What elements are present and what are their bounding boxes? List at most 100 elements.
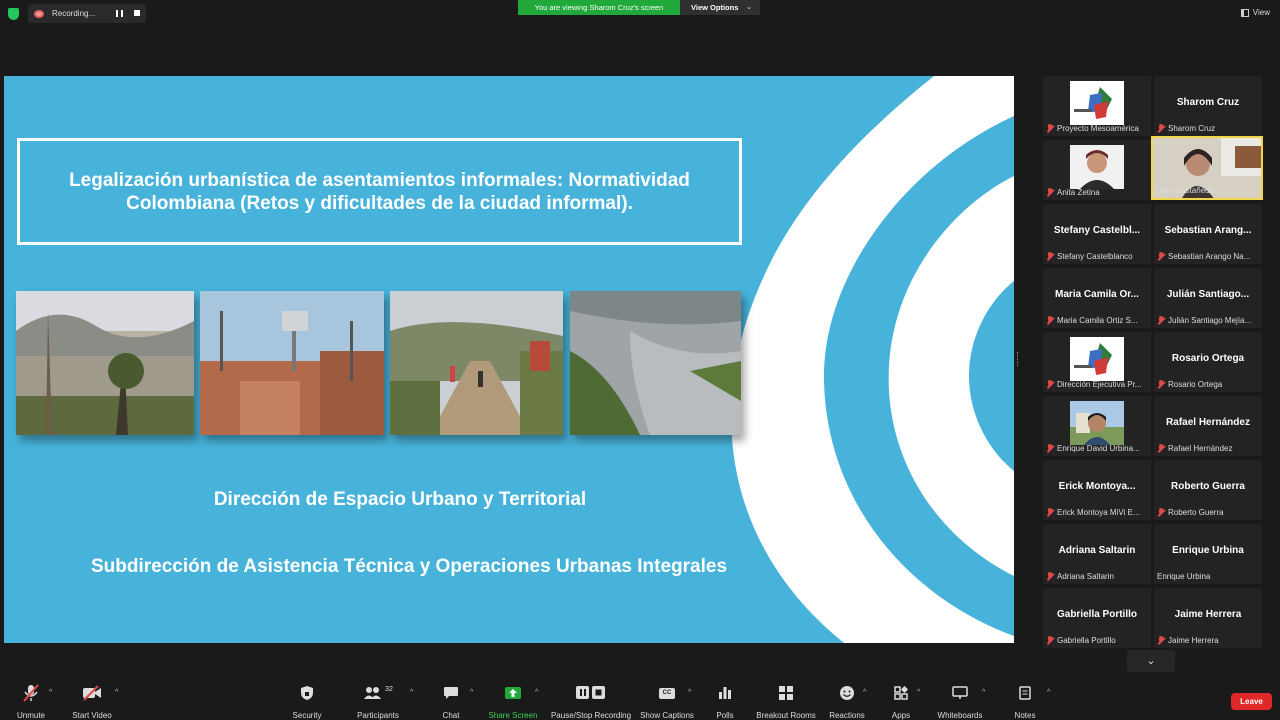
- apps-label: Apps: [891, 711, 911, 720]
- polls-bar-chart-icon: [718, 684, 732, 702]
- chat-button[interactable]: Chat: [440, 684, 462, 720]
- start-video-button[interactable]: Start Video: [72, 684, 112, 720]
- panel-resize-handle[interactable]: [1017, 352, 1019, 366]
- participant-photo: [1070, 145, 1124, 189]
- participant-tile[interactable]: Erick Montoya... Erick Montoya MiVi E...: [1043, 460, 1151, 520]
- muted-microphone-icon: [23, 684, 39, 702]
- participant-tile[interactable]: Proyecto Mesoamérica: [1043, 76, 1151, 136]
- participant-tile[interactable]: Sharom Cruz Sharom Cruz: [1154, 76, 1262, 136]
- participants-button[interactable]: 32 Participants: [356, 684, 400, 720]
- whiteboards-button[interactable]: Whiteboards: [936, 684, 984, 720]
- participant-tile[interactable]: Stefany Castelbl... Stefany Castelblanco: [1043, 204, 1151, 264]
- breakout-rooms-icon: [779, 684, 793, 702]
- pause-recording-icon[interactable]: [116, 10, 123, 17]
- participant-name: Enrique Urbina: [1172, 545, 1244, 556]
- polls-button[interactable]: Polls: [714, 684, 736, 720]
- slide-subtitle-direction: Dirección de Espacio Urbano y Territoria…: [213, 489, 587, 510]
- participant-label: Maria Camila Ortiz S...: [1057, 316, 1138, 325]
- participant-photo: [1070, 401, 1124, 445]
- chevron-down-icon: ⌄: [746, 4, 752, 11]
- participant-name: Jaime Herrera: [1174, 609, 1242, 620]
- chat-bubble-icon: [443, 684, 459, 702]
- security-shield-icon: [300, 684, 314, 702]
- apps-options-caret[interactable]: ^: [917, 689, 920, 696]
- muted-mic-icon: [1046, 188, 1054, 197]
- pause-stop-recording-button[interactable]: Pause/Stop Recording: [551, 684, 631, 720]
- whiteboards-options-caret[interactable]: ^: [982, 689, 985, 696]
- muted-mic-icon: [1157, 636, 1165, 645]
- muted-mic-icon: [1157, 444, 1165, 453]
- view-button[interactable]: View: [1240, 8, 1270, 17]
- participant-logo: [1070, 81, 1124, 125]
- apps-button[interactable]: Apps: [890, 684, 912, 720]
- participant-name: Erick Montoya...: [1058, 481, 1136, 492]
- participant-tile[interactable]: Julián Santiago... Julián Santiago Mejía…: [1154, 268, 1262, 328]
- participants-options-caret[interactable]: ^: [410, 689, 413, 696]
- show-captions-label: Show Captions: [640, 711, 694, 720]
- video-off-icon: [82, 684, 102, 702]
- security-button[interactable]: Security: [290, 684, 324, 720]
- stop-recording-icon[interactable]: [134, 10, 140, 16]
- participant-tile[interactable]: Enrique Urbina Enrique Urbina: [1154, 524, 1262, 584]
- participant-name: Rafael Hernández: [1166, 417, 1250, 428]
- participant-name: Sharom Cruz: [1176, 97, 1240, 108]
- participants-icon: 32: [363, 684, 393, 702]
- gallery-scroll-down-button[interactable]: ⌄: [1127, 650, 1175, 672]
- audio-options-caret[interactable]: ^: [49, 689, 52, 696]
- participant-label: Jaime Herrera: [1168, 636, 1219, 645]
- participant-tile[interactable]: Rafael Hernández Rafael Hernández: [1154, 396, 1262, 456]
- slide-photo-aerial-settlement: [570, 291, 741, 435]
- view-options-button[interactable]: View Options ⌄: [680, 0, 760, 15]
- participant-label: Sharom Cruz: [1168, 124, 1216, 133]
- participant-label: Erick Montoya MiVi E...: [1057, 508, 1140, 517]
- participant-tile[interactable]: Sebastian Arang... Sebastian Arango Na..…: [1154, 204, 1262, 264]
- participant-label: Enrique Urbina: [1157, 572, 1211, 581]
- participant-tile[interactable]: Dirección Ejecutiva Pr...: [1043, 332, 1151, 392]
- unmute-button[interactable]: Unmute: [14, 684, 48, 720]
- share-options-caret[interactable]: ^: [535, 689, 538, 696]
- participant-gallery: Proyecto Mesoamérica Sharom Cruz Sharom …: [1040, 72, 1265, 648]
- participant-tile[interactable]: Enrique David Urbina...: [1043, 396, 1151, 456]
- whiteboard-icon: [952, 684, 968, 702]
- meeting-top-bar: Recording... You are viewing Sharom Cruz…: [0, 0, 1280, 28]
- unmute-label: Unmute: [16, 711, 45, 720]
- participant-label: Sebastian Arango Na...: [1168, 252, 1251, 261]
- participant-tile[interactable]: Adriana Saltarin Adriana Saltarin: [1043, 524, 1151, 584]
- reactions-options-caret[interactable]: ^: [863, 689, 866, 696]
- share-screen-button[interactable]: Share Screen: [489, 684, 537, 720]
- muted-mic-icon: [1046, 316, 1054, 325]
- participant-tile-active-speaker[interactable]: Clara Castañeda: [1151, 136, 1263, 200]
- share-screen-icon: [505, 684, 521, 702]
- participant-label: Proyecto Mesoamérica: [1057, 124, 1139, 133]
- chat-options-caret[interactable]: ^: [470, 689, 473, 696]
- notes-button[interactable]: Notes: [1013, 684, 1037, 720]
- recording-label: Recording...: [52, 9, 96, 18]
- view-label: View: [1252, 8, 1270, 17]
- video-options-caret[interactable]: ^: [115, 689, 118, 696]
- more-options-caret[interactable]: ^: [1047, 689, 1050, 696]
- participant-tile[interactable]: Anita Zetina: [1043, 140, 1151, 200]
- leave-meeting-button[interactable]: Leave: [1231, 693, 1272, 710]
- participant-tile[interactable]: Roberto Guerra Roberto Guerra: [1154, 460, 1262, 520]
- encryption-shield-icon[interactable]: [8, 8, 19, 20]
- participant-label: Enrique David Urbina...: [1057, 444, 1140, 453]
- participant-name: Adriana Saltarin: [1058, 545, 1136, 556]
- participant-name: Julián Santiago...: [1166, 289, 1250, 300]
- reactions-smiley-icon: [839, 684, 855, 702]
- security-label: Security: [292, 711, 322, 720]
- participant-tile[interactable]: Maria Camila Or... Maria Camila Ortiz S.…: [1043, 268, 1151, 328]
- participant-name: Sebastian Arang...: [1164, 225, 1252, 236]
- participant-tile[interactable]: Gabriella Portillo Gabriella Portillo: [1043, 588, 1151, 648]
- show-captions-button[interactable]: CC Show Captions: [639, 684, 695, 720]
- captions-cc-icon: CC: [659, 684, 675, 702]
- muted-mic-icon: [1157, 316, 1165, 325]
- reactions-button[interactable]: Reactions: [829, 684, 865, 720]
- participants-label: Participants: [357, 711, 399, 720]
- view-options-label: View Options: [691, 3, 739, 12]
- participant-label: Roberto Guerra: [1168, 508, 1224, 517]
- participant-tile[interactable]: Rosario Ortega Rosario Ortega: [1154, 332, 1262, 392]
- breakout-rooms-button[interactable]: Breakout Rooms: [756, 684, 816, 720]
- participant-tile[interactable]: Jaime Herrera Jaime Herrera: [1154, 588, 1262, 648]
- captions-options-caret[interactable]: ^: [688, 689, 691, 696]
- slide-photo-water-tower: [200, 291, 384, 435]
